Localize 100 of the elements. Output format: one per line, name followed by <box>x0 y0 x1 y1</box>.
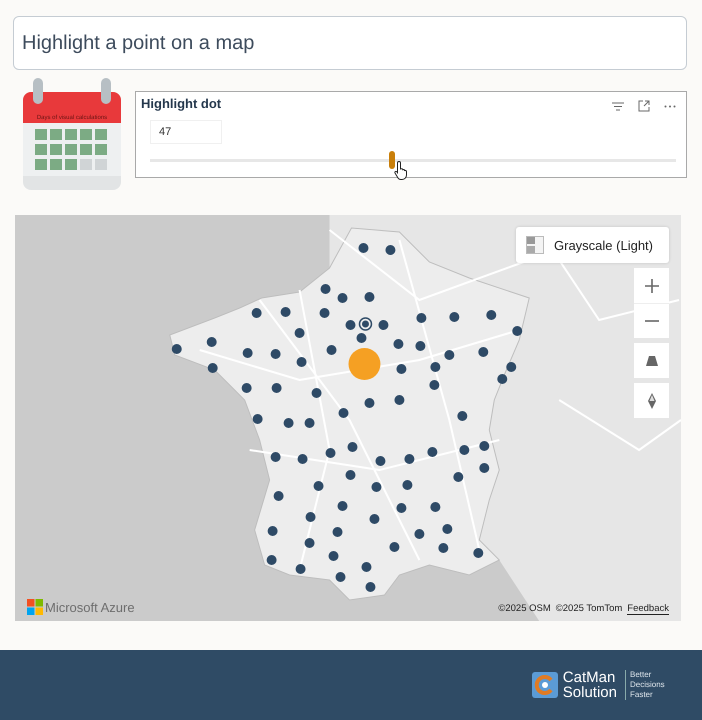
map-marker[interactable] <box>312 388 322 398</box>
map-marker[interactable] <box>172 344 182 354</box>
plus-icon <box>644 278 658 292</box>
map-marker[interactable] <box>358 317 372 331</box>
map-marker[interactable] <box>478 347 488 357</box>
map-marker[interactable] <box>371 482 382 492</box>
more-icon[interactable] <box>664 104 676 108</box>
pitch-button[interactable] <box>634 343 669 378</box>
map-marker[interactable] <box>356 333 366 343</box>
azure-logo-icon <box>27 599 43 615</box>
map-marker[interactable] <box>358 243 368 253</box>
map-style-button[interactable]: Grayscale (Light) <box>516 227 669 263</box>
map-marker[interactable] <box>375 456 386 466</box>
map-marker[interactable] <box>348 442 358 452</box>
map-marker[interactable] <box>320 284 331 294</box>
map-marker[interactable] <box>378 320 388 330</box>
map-marker[interactable] <box>361 562 372 572</box>
map-marker[interactable] <box>252 414 263 424</box>
compass-button[interactable] <box>634 383 669 418</box>
map-marker[interactable] <box>442 524 452 534</box>
map-marker[interactable] <box>512 326 522 336</box>
map-marker[interactable] <box>393 339 404 349</box>
page-title: Highlight a point on a map <box>13 16 687 70</box>
map-marker[interactable] <box>270 452 281 462</box>
map-marker[interactable] <box>416 313 426 323</box>
map-marker[interactable] <box>206 337 217 347</box>
map-marker[interactable] <box>270 349 281 359</box>
map-marker[interactable] <box>252 308 262 318</box>
map-marker[interactable] <box>396 503 406 513</box>
map-marker[interactable] <box>385 245 396 255</box>
map-brand: Microsoft Azure <box>45 600 135 614</box>
map-marker[interactable] <box>449 312 460 322</box>
map-marker[interactable] <box>294 328 305 338</box>
map-marker[interactable] <box>486 310 496 320</box>
map-marker[interactable] <box>404 454 414 464</box>
map-marker[interactable] <box>332 527 342 537</box>
logo-name-line: Solution <box>562 685 617 700</box>
map-marker[interactable] <box>479 463 490 473</box>
compass-icon <box>648 392 656 408</box>
map-marker[interactable] <box>453 472 464 482</box>
map-marker[interactable] <box>320 308 330 318</box>
map-marker[interactable] <box>430 362 440 372</box>
map-marker[interactable] <box>296 564 306 574</box>
map-marker[interactable] <box>306 512 316 522</box>
map-marker[interactable] <box>365 582 376 592</box>
map-marker[interactable] <box>242 383 252 393</box>
map-marker[interactable] <box>208 363 218 373</box>
map-marker[interactable] <box>266 555 277 565</box>
map-marker[interactable] <box>242 348 253 358</box>
map-marker[interactable] <box>284 418 294 428</box>
map-marker[interactable] <box>274 491 284 501</box>
map-marker[interactable] <box>304 418 315 428</box>
map-marker[interactable] <box>326 448 336 458</box>
value-field[interactable]: 47 <box>150 120 222 144</box>
map-marker[interactable] <box>326 345 337 355</box>
slicer-title: Highlight dot <box>141 96 222 110</box>
highlighted-marker[interactable] <box>348 348 380 380</box>
map-marker[interactable] <box>338 408 348 418</box>
map-marker[interactable] <box>298 454 308 464</box>
filter-icon[interactable] <box>612 102 624 110</box>
map-marker[interactable] <box>430 502 440 512</box>
map-marker[interactable] <box>314 481 324 491</box>
attribution-text: ©2025 OSM <box>498 603 551 615</box>
map-marker[interactable] <box>328 551 339 561</box>
map-marker[interactable] <box>459 445 470 455</box>
slider-thumb[interactable] <box>388 151 395 169</box>
map-style-icon <box>526 236 544 254</box>
map-marker[interactable] <box>438 543 448 553</box>
map-marker[interactable] <box>497 374 508 384</box>
map-drawing[interactable] <box>15 215 681 621</box>
map-marker[interactable] <box>429 380 440 390</box>
map-marker[interactable] <box>280 307 291 317</box>
map-marker[interactable] <box>473 548 484 558</box>
map-marker[interactable] <box>304 538 315 548</box>
map-marker[interactable] <box>389 542 400 552</box>
map-marker[interactable] <box>346 470 356 480</box>
map-marker[interactable] <box>396 364 406 374</box>
map-marker[interactable] <box>364 292 374 302</box>
map-marker[interactable] <box>272 383 282 393</box>
map-marker[interactable] <box>444 350 454 360</box>
feedback-link[interactable]: Feedback <box>627 603 669 615</box>
map-marker[interactable] <box>457 411 468 421</box>
map-marker[interactable] <box>336 572 346 582</box>
map-marker[interactable] <box>479 441 490 451</box>
catman-logo-icon <box>532 672 558 698</box>
map-marker[interactable] <box>506 362 516 372</box>
map-marker[interactable] <box>427 447 438 457</box>
expand-icon[interactable] <box>638 100 650 112</box>
map-marker[interactable] <box>364 398 374 408</box>
map-marker[interactable] <box>415 341 426 351</box>
map-marker[interactable] <box>394 395 404 405</box>
map-marker[interactable] <box>346 320 356 330</box>
map-marker[interactable] <box>402 480 412 490</box>
map-marker[interactable] <box>414 529 424 539</box>
map-marker[interactable] <box>369 514 380 524</box>
zoom-in-button[interactable] <box>634 268 669 303</box>
map-marker[interactable] <box>338 293 348 303</box>
map-marker[interactable] <box>338 501 348 511</box>
map-marker[interactable] <box>296 357 307 367</box>
map-marker[interactable] <box>268 526 278 536</box>
